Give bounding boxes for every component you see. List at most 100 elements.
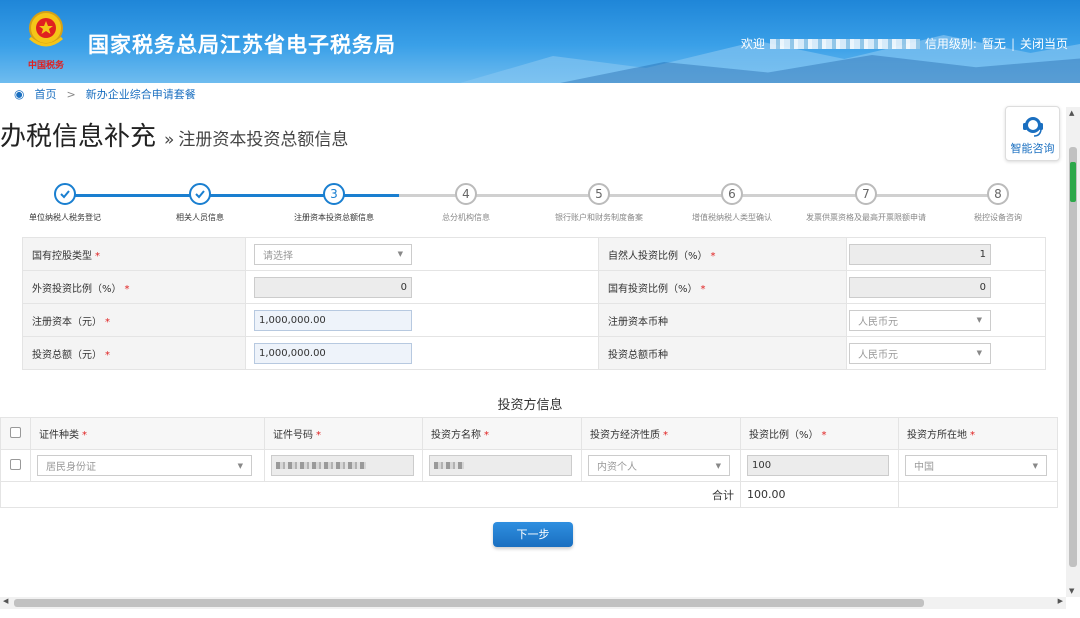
col-location: 投资方所在地 * [898, 417, 1058, 450]
state-control-select[interactable]: 请选择 ▼ [254, 243, 412, 265]
step-label: 相关人员信息 [176, 213, 224, 222]
user-bar: 欢迎 信用级别: 暂无 | 关闭当页 [741, 35, 1068, 52]
scroll-left-icon[interactable]: ◀ [3, 597, 8, 605]
investor-name-field [429, 455, 572, 476]
step-number: 8 [987, 183, 1009, 205]
invest-currency-select[interactable]: 人民币元 ▼ [849, 342, 991, 364]
step-number: 7 [855, 183, 877, 205]
invest-currency-label: 投资总额币种 [598, 336, 847, 370]
id-number-field [271, 455, 414, 476]
chevron-down-icon: ▼ [976, 316, 982, 324]
progress-steps: 单位纳税人税务登记 相关人员信息 3 注册资本投资总额信息 4 总分机构信息 5 银行账户和财… [0, 180, 1060, 230]
step-3: 3 注册资本投资总额信息 [269, 183, 399, 223]
sum-value: 100.00 [740, 481, 899, 508]
row-checkbox[interactable] [10, 458, 21, 470]
sum-row: 合计 100.00 [0, 481, 1058, 508]
step-1: 单位纳税人税务登记 [0, 183, 130, 223]
investor-table: 证件种类 * 证件号码 * 投资方名称 * 投资方经济性质 * 投资比例（%） * 投资方… [0, 417, 1058, 508]
step-4: 4 总分机构信息 [401, 183, 531, 223]
page-title-main: 办税信息补充 [0, 122, 157, 152]
smart-consult-button[interactable]: 智能咨询 [1005, 106, 1060, 161]
scroll-thumb[interactable] [14, 599, 924, 607]
select-all-checkbox[interactable] [10, 426, 21, 438]
step-label: 单位纳税人税务登记 [29, 213, 101, 222]
step-2: 相关人员信息 [135, 183, 265, 223]
col-id-type: 证件种类 * [30, 417, 265, 450]
scroll-thumb[interactable] [1069, 147, 1077, 567]
scroll-up-icon[interactable]: ▲ [1069, 109, 1074, 117]
step-number: 3 [323, 183, 345, 205]
site-header: 中国税务 国家税务总局江苏省电子税务局 欢迎 信用级别: 暂无 | 关闭当页 [0, 0, 1080, 83]
step-7: 7 发票供票资格及最高开票限额申请 [801, 183, 931, 223]
vertical-scrollbar[interactable]: ▲ ▼ [1066, 107, 1080, 597]
location-select[interactable]: 中国 ▼ [905, 455, 1047, 476]
credit-value: 暂无 [981, 37, 1006, 51]
id-type-select[interactable]: 居民身份证 ▼ [37, 455, 252, 476]
scroll-down-icon[interactable]: ▼ [1069, 587, 1074, 595]
step-number: 5 [588, 183, 610, 205]
step-label: 银行账户和财务制度备案 [555, 213, 643, 222]
chevron-down-icon: ▼ [1032, 461, 1038, 470]
chevron-down-icon: ▼ [237, 461, 243, 470]
masked-id-number [276, 462, 366, 469]
natural-ratio-field: 1 [849, 243, 991, 265]
check-icon [54, 183, 76, 205]
breadcrumb-separator: > [66, 87, 76, 101]
site-title: 国家税务总局江苏省电子税务局 [88, 33, 396, 57]
table-header-row: 证件种类 * 证件号码 * 投资方名称 * 投资方经济性质 * 投资比例（%） * 投资方… [0, 417, 1058, 450]
page-subtitle: 注册资本投资总额信息 [178, 130, 349, 150]
foreign-ratio-label: 外资投资比例（%） * [22, 270, 246, 304]
step-5: 5 银行账户和财务制度备案 [534, 183, 664, 223]
breadcrumb: ◉ 首页 > 新办企业综合申请套餐 [0, 83, 1080, 105]
breadcrumb-current[interactable]: 新办企业综合申请套餐 [86, 86, 196, 102]
welcome-label: 欢迎 [740, 37, 765, 51]
reg-capital-label: 注册资本（元） * [22, 303, 246, 337]
foreign-ratio-field: 0 [254, 276, 412, 298]
col-investor-name: 投资方名称 * [422, 417, 582, 450]
smart-consult-label: 智能咨询 [1010, 142, 1055, 155]
step-label: 总分机构信息 [442, 213, 490, 222]
investor-section-title: 投资方信息 [497, 398, 563, 413]
page-title: 办税信息补充 » 注册资本投资总额信息 [0, 116, 348, 153]
chevron-down-icon: ▼ [976, 349, 982, 357]
reg-currency-select[interactable]: 人民币元 ▼ [849, 309, 991, 331]
step-label: 发票供票资格及最高开票限额申请 [806, 213, 926, 222]
separator: | [1010, 36, 1015, 51]
sum-label: 合计 [0, 481, 741, 508]
economic-nature-select[interactable]: 内资个人 ▼ [588, 455, 730, 476]
col-invest-ratio: 投资比例（%） * [740, 417, 899, 450]
step-6: 6 增值税纳税人类型确认 [667, 183, 797, 223]
headset-icon [1022, 117, 1043, 137]
check-icon [189, 183, 211, 205]
state-ratio-field: 0 [849, 276, 991, 298]
step-number: 4 [455, 183, 477, 205]
step-label: 注册资本投资总额信息 [294, 213, 374, 222]
logo-text: 中国税务 [27, 61, 64, 71]
step-label: 税控设备咨询 [974, 213, 1022, 222]
next-step-button[interactable]: 下一步 [493, 522, 573, 547]
total-invest-input[interactable]: 1,000,000.00 [254, 342, 412, 364]
total-invest-label: 投资总额（元） * [22, 336, 246, 370]
scroll-marker [1070, 162, 1076, 202]
masked-username [769, 38, 920, 49]
state-control-label: 国有控股类型 * [22, 237, 246, 271]
scroll-right-icon[interactable]: ▶ [1058, 597, 1063, 605]
table-row: 居民身份证 ▼ 内资个人 ▼ 100 中国 ▼ [0, 449, 1058, 482]
reg-currency-label: 注册资本币种 [598, 303, 847, 337]
col-id-number: 证件号码 * [264, 417, 423, 450]
page-title-sep: » [164, 130, 175, 150]
state-ratio-label: 国有投资比例（%） * [598, 270, 847, 304]
breadcrumb-home[interactable]: 首页 [34, 86, 56, 102]
horizontal-scrollbar[interactable]: ◀ ▶ [0, 597, 1066, 609]
close-page-link[interactable]: 关闭当页 [1020, 35, 1068, 52]
credit-label: 信用级别: [924, 37, 977, 51]
reg-capital-input[interactable]: 1,000,000.00 [254, 309, 412, 331]
tax-emblem-icon [29, 11, 63, 47]
natural-ratio-label: 自然人投资比例（%） * [598, 237, 847, 271]
chevron-down-icon: ▼ [715, 461, 721, 470]
step-number: 6 [721, 183, 743, 205]
step-8: 8 税控设备咨询 [933, 183, 1063, 223]
col-economic-nature: 投资方经济性质 * [581, 417, 741, 450]
chevron-down-icon: ▼ [397, 250, 403, 258]
location-pin-icon: ◉ [14, 87, 25, 101]
